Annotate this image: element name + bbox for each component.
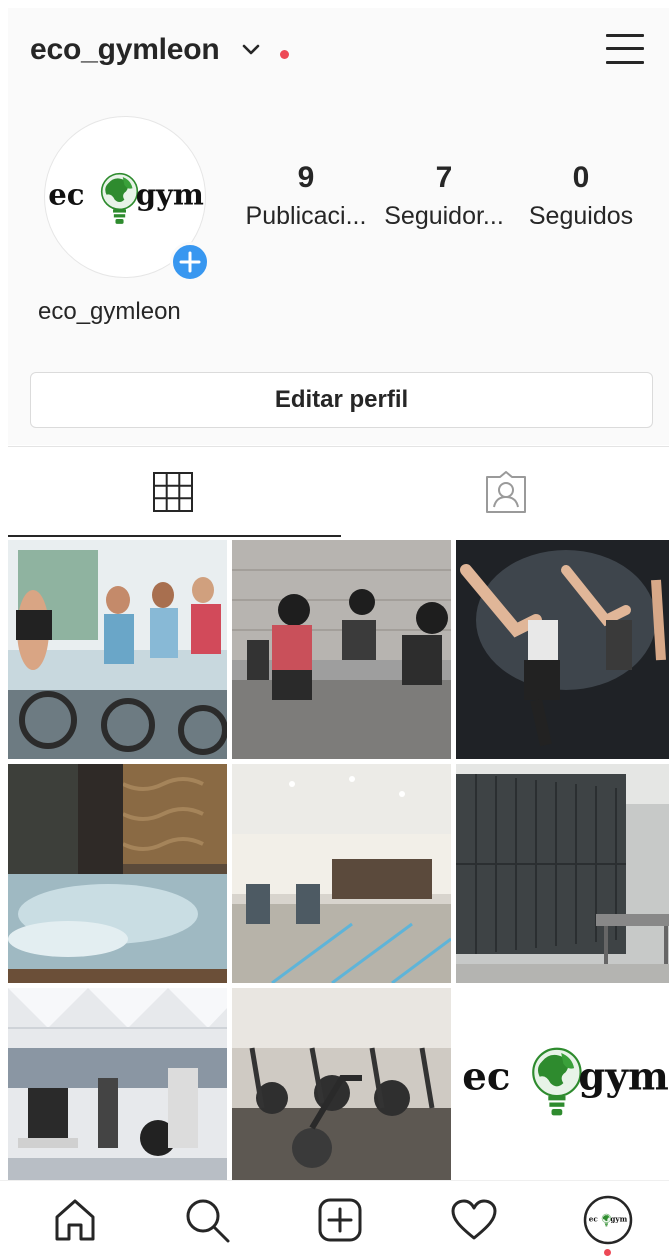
account-username[interactable]: eco_gymleon [30, 33, 220, 67]
tagged-person-icon [486, 471, 526, 513]
nav-home[interactable] [50, 1195, 100, 1245]
edit-profile-button[interactable]: Editar perfil [30, 372, 653, 428]
post-thumbnail[interactable] [8, 540, 227, 759]
posts-count: 9 [297, 161, 315, 194]
nav-search[interactable] [182, 1195, 232, 1245]
eco-gym-logo [456, 988, 669, 1180]
notification-dot [280, 50, 289, 59]
notification-dot [604, 1249, 611, 1256]
following-stat[interactable]: 0 Seguidos [511, 160, 651, 236]
menu-icon[interactable] [606, 30, 646, 70]
post-thumbnail[interactable] [8, 988, 227, 1207]
tab-tagged[interactable] [341, 447, 669, 537]
nav-new-post[interactable] [315, 1195, 365, 1245]
post-grid [8, 540, 669, 1180]
activity-heart-icon [451, 1199, 497, 1240]
profile-header-area: eco_gymleon 9 Publicaci... 7 Seguidor...… [8, 8, 669, 445]
search-icon [186, 1199, 230, 1243]
top-bar: eco_gymleon [8, 8, 669, 88]
grid-icon [153, 472, 193, 512]
posts-label: Publicaci... [245, 202, 367, 230]
posts-stat[interactable]: 9 Publicaci... [236, 160, 376, 236]
post-thumbnail[interactable] [232, 988, 451, 1207]
post-thumbnail[interactable] [456, 764, 669, 983]
new-post-icon [318, 1198, 362, 1242]
post-thumbnail[interactable] [456, 540, 669, 759]
followers-count: 7 [435, 161, 453, 194]
chevron-down-icon[interactable] [240, 38, 262, 60]
following-label: Seguidos [528, 202, 634, 230]
tab-grid[interactable] [8, 447, 341, 537]
following-count: 0 [572, 161, 590, 194]
home-icon [55, 1199, 95, 1241]
display-name: eco_gymleon [38, 298, 181, 325]
profile-avatar-icon [583, 1195, 633, 1245]
post-thumbnail[interactable] [232, 764, 451, 983]
post-thumbnail[interactable] [232, 540, 451, 759]
add-story-icon[interactable] [170, 242, 210, 282]
post-thumbnail[interactable] [456, 988, 669, 1207]
followers-stat[interactable]: 7 Seguidor... [374, 160, 514, 236]
profile-tabs [8, 447, 669, 537]
bottom-navigation [0, 1180, 669, 1257]
nav-profile[interactable] [583, 1195, 633, 1245]
followers-label: Seguidor... [384, 202, 504, 230]
nav-activity[interactable] [449, 1195, 499, 1245]
post-thumbnail[interactable] [8, 764, 227, 983]
